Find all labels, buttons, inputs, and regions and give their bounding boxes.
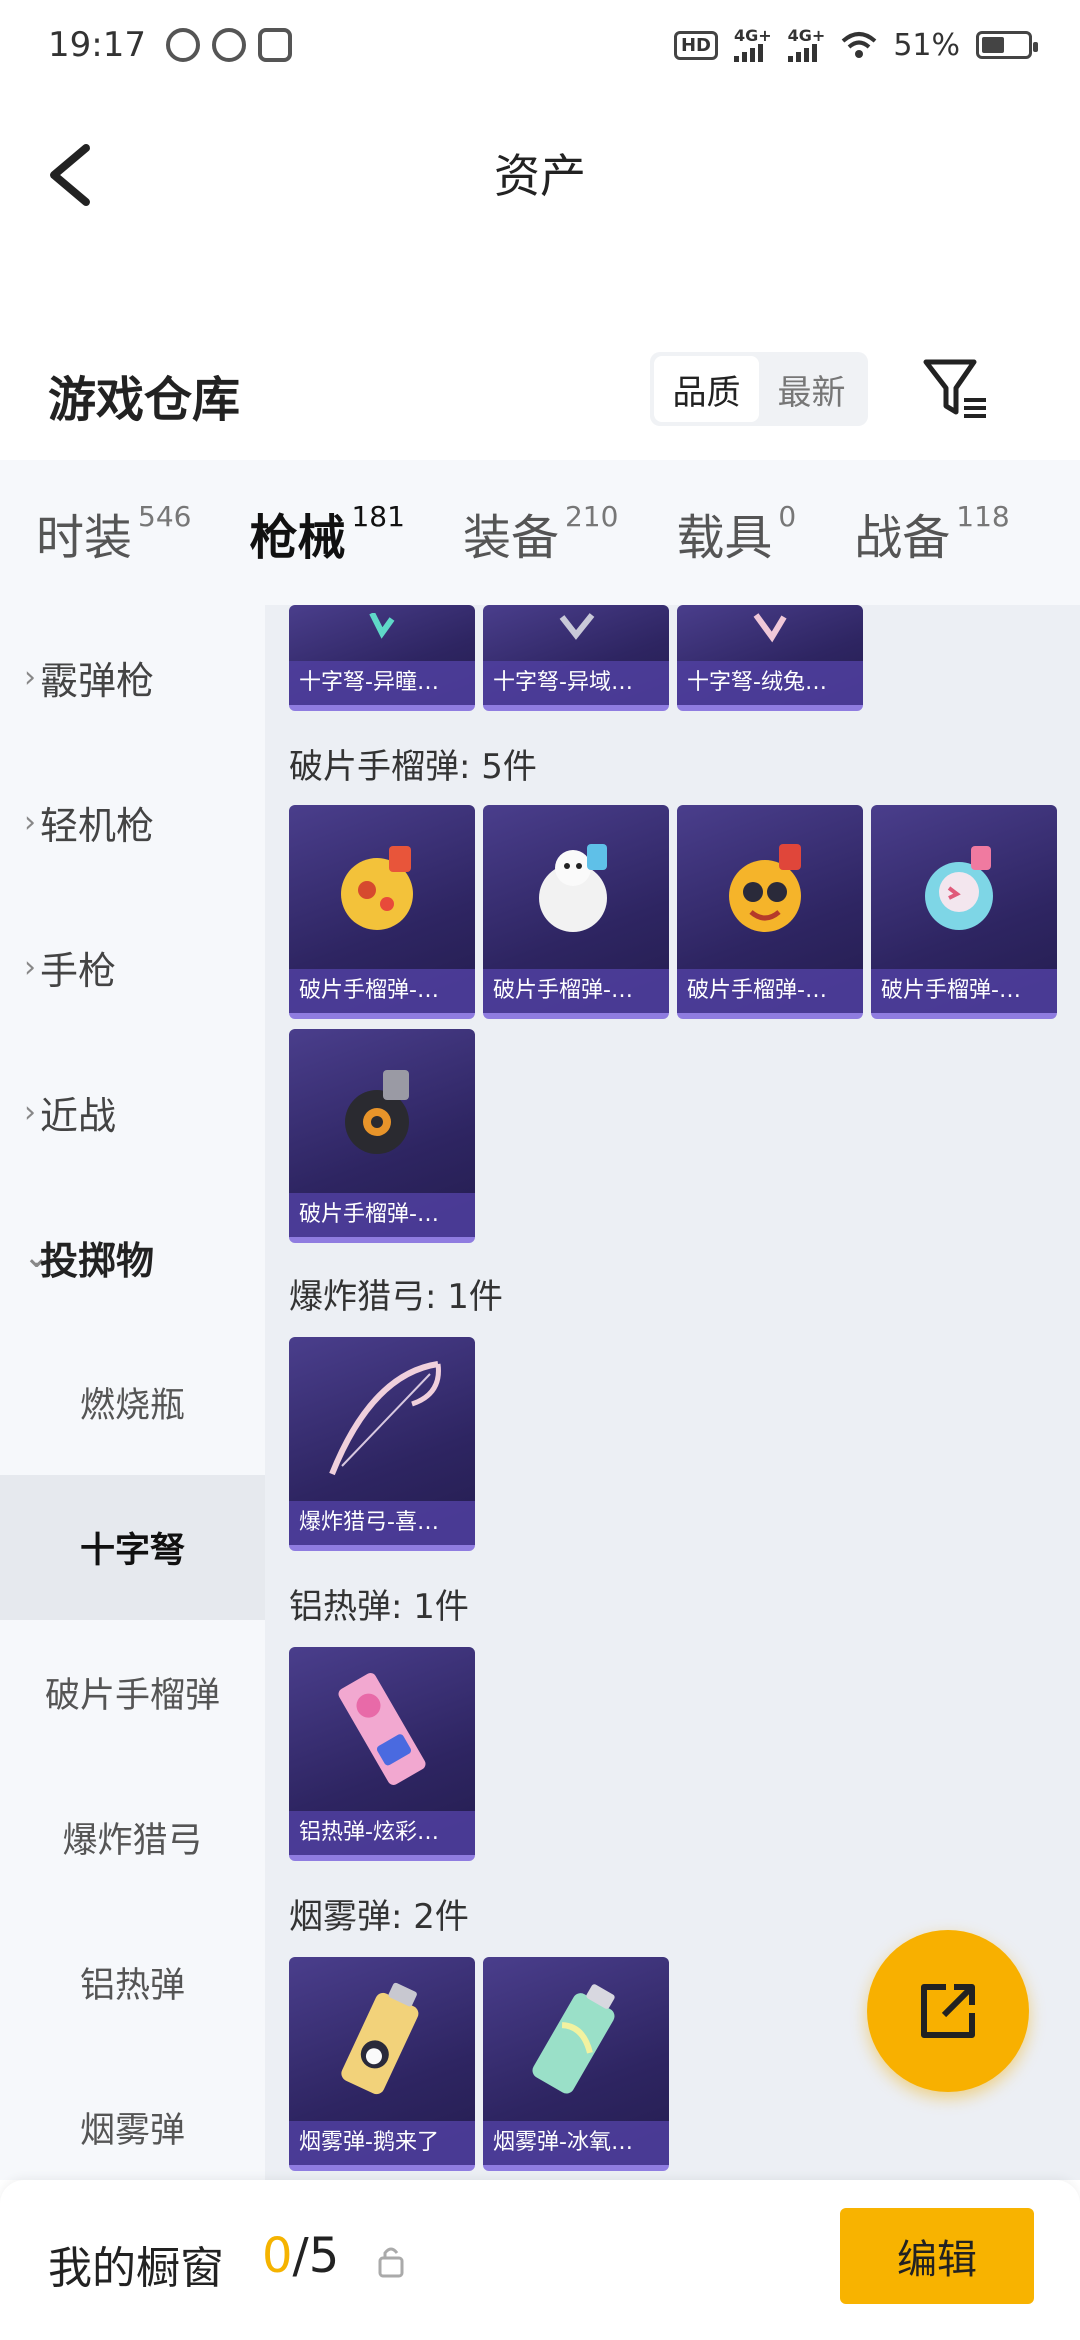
sort-quality-button[interactable]: 品质 bbox=[654, 356, 759, 422]
item-card[interactable]: 十字弩-异瞳… bbox=[289, 605, 475, 711]
item-card[interactable]: 破片手榴弹-… bbox=[677, 805, 863, 1019]
sidebar-item-lmg[interactable]: › 轻机枪 bbox=[0, 750, 265, 895]
robot-notification-icon bbox=[257, 28, 292, 62]
item-card[interactable]: 烟雾弹-鹅来了 bbox=[289, 1957, 475, 2171]
status-bar: 19:17 HD 4G+ 4G+ 51% bbox=[0, 0, 1080, 90]
lock-icon bbox=[378, 2247, 404, 2278]
app-notification-icon bbox=[165, 28, 200, 62]
showcase-count: 0/5 bbox=[262, 2228, 340, 2284]
tab-vehicles[interactable]: 载具 0 bbox=[676, 498, 796, 568]
tab-guns[interactable]: 枪械 181 bbox=[249, 498, 405, 614]
item-card[interactable]: 破片手榴弹-… bbox=[871, 805, 1057, 1019]
showcase-label: 我的橱窗 bbox=[48, 2243, 224, 2294]
sidebar-item-throwables[interactable]: ⌄ 投掷物 bbox=[0, 1185, 265, 1330]
chevron-right-icon: › bbox=[24, 805, 36, 840]
group-label-smoke: 烟雾弹: 2件 bbox=[289, 1897, 469, 1937]
sort-newest-button[interactable]: 最新 bbox=[759, 356, 864, 422]
group-label-explosive-bow: 爆炸猎弓: 1件 bbox=[289, 1277, 503, 1317]
sidebar-subitem-crossbow[interactable]: 十字弩 bbox=[0, 1475, 265, 1620]
item-card[interactable]: 爆炸猎弓-喜… bbox=[289, 1337, 475, 1551]
item-card[interactable]: 十字弩-异域… bbox=[483, 605, 669, 711]
sort-toggle: 品质 最新 bbox=[650, 352, 868, 426]
wifi-icon bbox=[841, 32, 877, 58]
battery-icon bbox=[976, 31, 1038, 59]
sidebar-subitem-smoke[interactable]: 烟雾弹 bbox=[0, 2055, 265, 2200]
smoke-grenade-art-icon bbox=[483, 1957, 669, 2121]
sidebar-subitem-molotov[interactable]: 燃烧瓶 bbox=[0, 1330, 265, 1475]
thermite-art-icon bbox=[289, 1647, 475, 1811]
chevron-right-icon: › bbox=[24, 660, 36, 695]
chevron-right-icon: › bbox=[24, 1095, 36, 1130]
message-notification-icon bbox=[211, 28, 246, 62]
hd-icon: HD bbox=[673, 30, 718, 60]
sidebar-item-melee[interactable]: › 近战 bbox=[0, 1040, 265, 1185]
tab-fashion[interactable]: 时装 546 bbox=[36, 498, 191, 568]
crossbow-art-icon bbox=[483, 605, 669, 661]
grenade-art-icon bbox=[677, 805, 863, 969]
crossbow-art-icon bbox=[677, 605, 863, 661]
chevron-right-icon: › bbox=[24, 950, 36, 985]
grenade-art-icon bbox=[483, 805, 669, 969]
chevron-down-icon: ⌄ bbox=[24, 1240, 50, 1275]
showcase-bar: 我的橱窗 0/5 编辑 bbox=[0, 2180, 1080, 2340]
title-bar: 资产 bbox=[0, 90, 1080, 240]
page-title: 资产 bbox=[494, 149, 586, 203]
status-right: HD 4G+ 4G+ 51% bbox=[673, 27, 1038, 63]
signal-icon-1: 4G+ bbox=[733, 28, 772, 62]
warehouse-title: 游戏仓库 bbox=[48, 372, 241, 428]
sidebar-subitem-frag-grenade[interactable]: 破片手榴弹 bbox=[0, 1620, 265, 1765]
sidebar-subitem-thermite[interactable]: 铝热弹 bbox=[0, 1910, 265, 2055]
item-card[interactable]: 破片手榴弹-… bbox=[483, 805, 669, 1019]
status-time: 19:17 bbox=[48, 25, 146, 65]
signal-icon-2: 4G+ bbox=[787, 28, 825, 62]
sidebar-item-shotgun[interactable]: › 霰弹枪 bbox=[0, 605, 265, 750]
edit-button[interactable]: 编辑 bbox=[840, 2208, 1034, 2304]
notification-icons bbox=[165, 28, 292, 62]
group-label-frag-grenade: 破片手榴弹: 5件 bbox=[289, 747, 537, 787]
share-button[interactable] bbox=[867, 1930, 1029, 2092]
battery-percent: 51% bbox=[893, 27, 960, 63]
filter-icon[interactable] bbox=[920, 354, 990, 424]
external-link-icon bbox=[921, 1984, 975, 2038]
sidebar-subitem-explosive-bow[interactable]: 爆炸猎弓 bbox=[0, 1765, 265, 1910]
item-card[interactable]: 十字弩-绒兔… bbox=[677, 605, 863, 711]
sidebar: › 霰弹枪 › 轻机枪 › 手枪 › 近战 ⌄ 投掷物 燃烧瓶 十字弩 破片手榴… bbox=[0, 605, 265, 2180]
grenade-art-icon bbox=[289, 805, 475, 969]
crossbow-art-icon bbox=[289, 605, 475, 661]
item-card[interactable]: 破片手榴弹-… bbox=[289, 1029, 475, 1243]
tab-equipment[interactable]: 装备 210 bbox=[463, 498, 618, 568]
grenade-art-icon bbox=[871, 805, 1057, 969]
tab-supplies[interactable]: 战备 118 bbox=[854, 498, 1009, 568]
bow-art-icon bbox=[289, 1337, 475, 1501]
item-card[interactable]: 破片手榴弹-… bbox=[289, 805, 475, 1019]
warehouse-header: 游戏仓库 品质 最新 bbox=[0, 330, 1080, 460]
item-card[interactable]: 铝热弹-炫彩… bbox=[289, 1647, 475, 1861]
item-card[interactable]: 烟雾弹-冰氧… bbox=[483, 1957, 669, 2171]
smoke-grenade-art-icon bbox=[289, 1957, 475, 2121]
grenade-art-icon bbox=[289, 1029, 475, 1193]
category-tabs: 时装 546 枪械 181 装备 210 载具 0 战备 118 bbox=[0, 460, 1080, 614]
group-label-thermite: 铝热弹: 1件 bbox=[289, 1587, 469, 1627]
sidebar-item-pistol[interactable]: › 手枪 bbox=[0, 895, 265, 1040]
